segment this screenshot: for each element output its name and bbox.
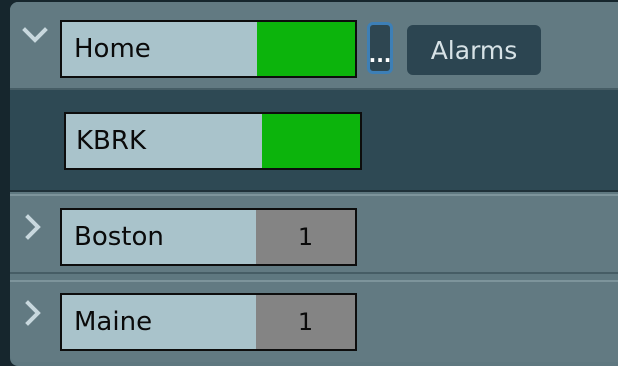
chevron-right-icon[interactable] xyxy=(20,300,46,326)
chevron-right-icon[interactable] xyxy=(20,214,46,240)
tree-row-home: Home ... Alarms xyxy=(10,2,618,90)
alarm-count-badge: 1 xyxy=(256,210,355,264)
status-indicator-ok xyxy=(262,114,360,168)
tree-row-kbrk: KBRK xyxy=(10,90,618,192)
status-tile-label: KBRK xyxy=(76,126,147,156)
status-tile-label: Maine xyxy=(74,307,153,337)
status-tile-home[interactable]: Home xyxy=(60,20,357,78)
status-tile-label: Home xyxy=(74,34,151,64)
location-tree-panel: Home ... Alarms KBRK Boston 1 Maine 1 xyxy=(10,2,618,366)
status-indicator-ok xyxy=(257,22,355,76)
tree-row-boston: Boston 1 xyxy=(10,194,618,274)
status-tile-maine[interactable]: Maine 1 xyxy=(60,293,357,351)
status-tile-kbrk[interactable]: KBRK xyxy=(64,112,362,170)
more-options-button[interactable]: ... xyxy=(367,22,393,74)
alarm-count-badge: 1 xyxy=(256,295,355,349)
tree-row-maine: Maine 1 xyxy=(10,280,618,362)
window-frame: Home ... Alarms KBRK Boston 1 Maine 1 xyxy=(0,0,618,366)
chevron-down-icon[interactable] xyxy=(22,22,48,48)
status-tile-label: Boston xyxy=(74,222,164,252)
alarms-button[interactable]: Alarms xyxy=(407,25,541,75)
status-tile-boston[interactable]: Boston 1 xyxy=(60,208,357,266)
